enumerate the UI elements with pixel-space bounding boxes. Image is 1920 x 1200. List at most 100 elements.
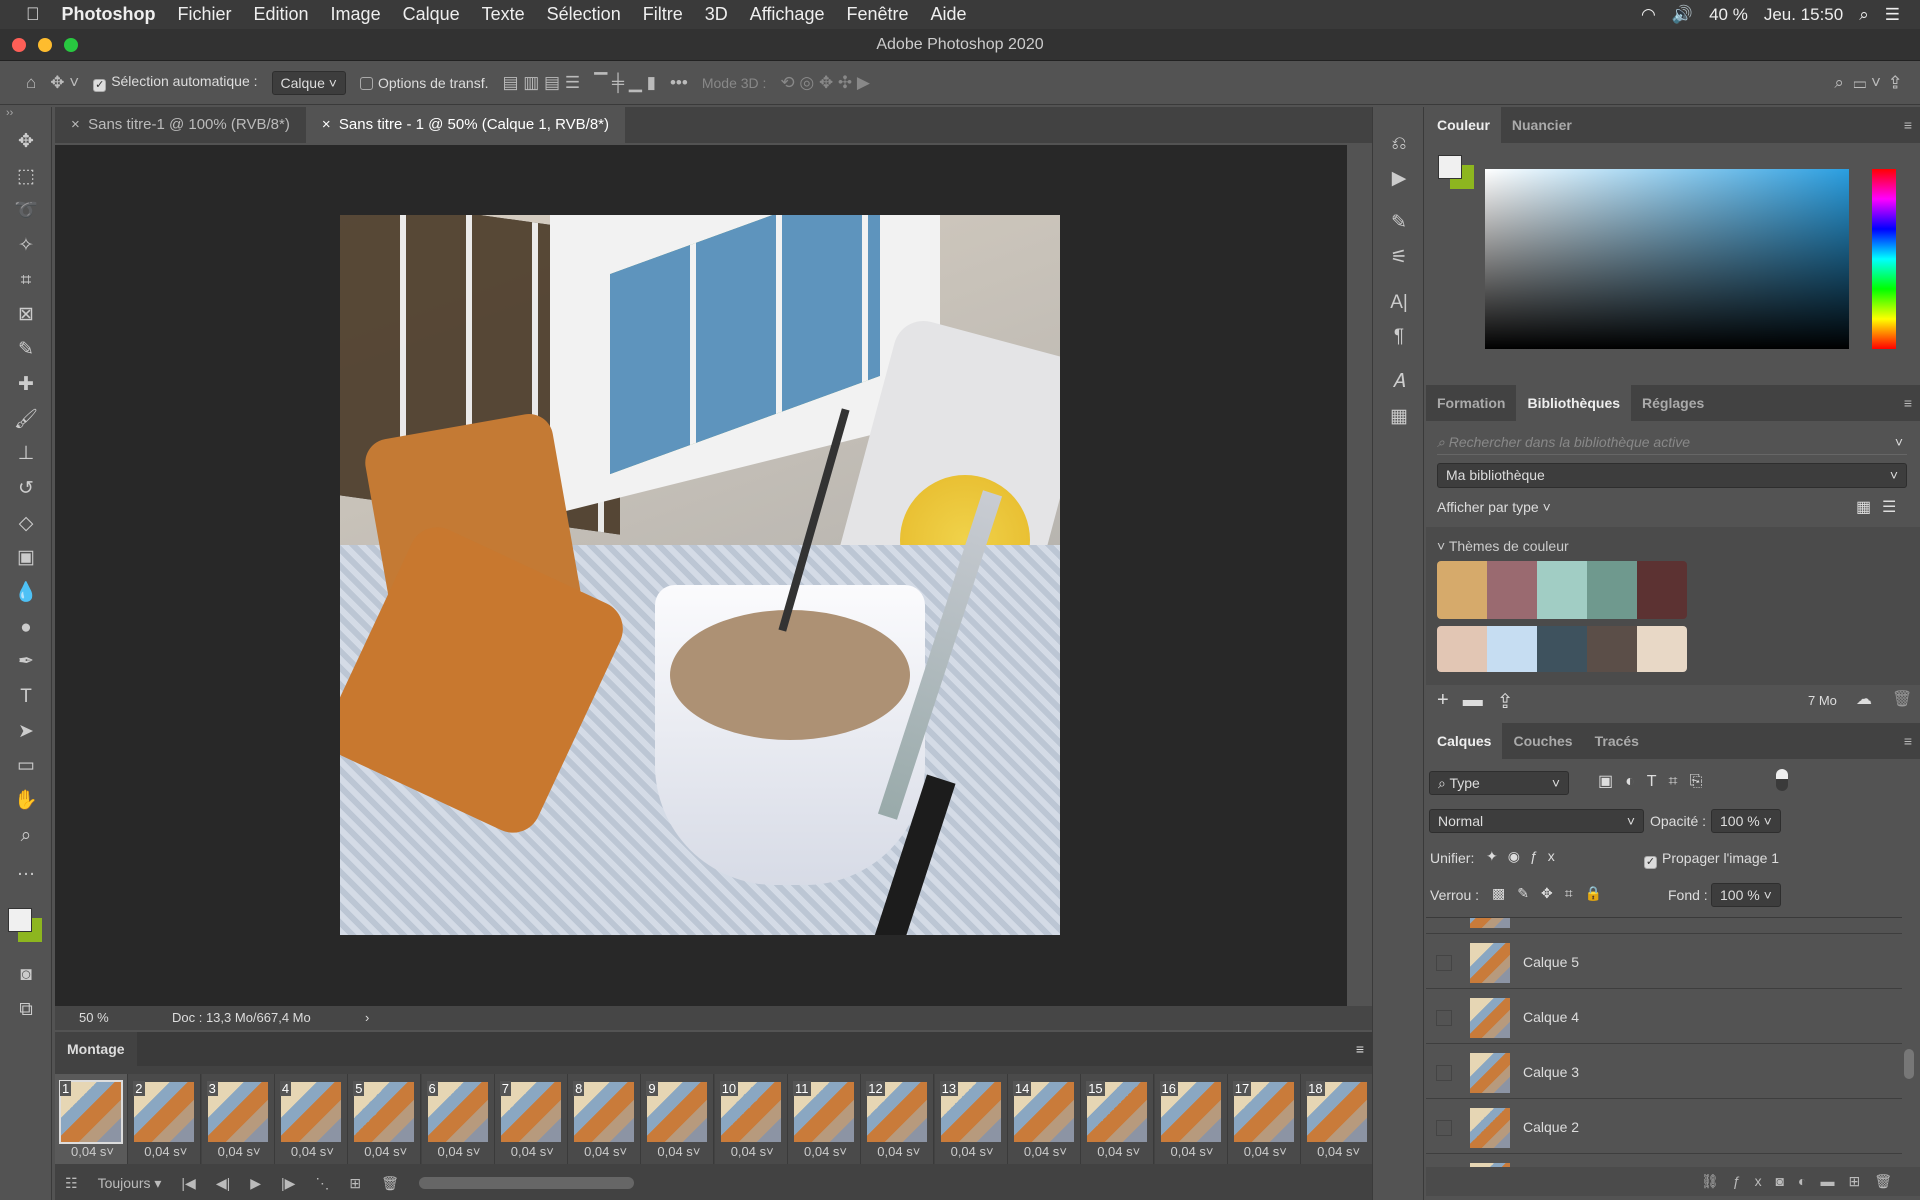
- upload-icon[interactable]: ⇪: [1497, 689, 1514, 714]
- propagate-checkbox[interactable]: ✓ Propager l'image 1: [1644, 850, 1779, 869]
- filter-toggle[interactable]: [1776, 769, 1788, 791]
- auto-select-checkbox[interactable]: ✓ Sélection automatique :: [93, 73, 258, 92]
- folder-icon[interactable]: ▬: [1463, 689, 1483, 714]
- foreground-color[interactable]: [1438, 155, 1462, 179]
- animation-frame[interactable]: 9 0,04 s˅: [641, 1074, 715, 1164]
- menu-fenetre[interactable]: Fenêtre: [846, 4, 908, 25]
- brush-tool-icon[interactable]: 🖌: [0, 403, 52, 438]
- loop-dropdown[interactable]: Toujours ▾: [98, 1175, 162, 1192]
- animation-frame[interactable]: 15 0,04 s˅: [1081, 1074, 1155, 1164]
- volume-icon[interactable]: 🔊: [1672, 5, 1693, 25]
- frame-delay-dropdown[interactable]: 0,04 s˅: [731, 1144, 774, 1159]
- more-tools-icon[interactable]: …: [0, 853, 52, 888]
- rectangle-tool-icon[interactable]: ▭: [0, 749, 52, 784]
- color-themes-section[interactable]: ˅ Thèmes de couleur: [1437, 538, 1569, 554]
- timeline-scrollbar[interactable]: [418, 1177, 634, 1189]
- frame-delay-dropdown[interactable]: 0,04 s˅: [1244, 1144, 1287, 1159]
- delete-frame-icon[interactable]: 🗑: [381, 1175, 399, 1192]
- visibility-toggle[interactable]: [1436, 1065, 1452, 1081]
- tab-nuancier[interactable]: Nuancier: [1501, 107, 1583, 143]
- frame-delay-dropdown[interactable]: 0,04 s˅: [584, 1144, 627, 1159]
- layer-row[interactable]: [1426, 918, 1902, 934]
- animation-frame[interactable]: 12 0,04 s˅: [861, 1074, 935, 1164]
- 3d-tools-icons[interactable]: ⟲ ◎ ✥ ✣ ▶: [780, 73, 870, 93]
- color-swatches[interactable]: [0, 888, 51, 958]
- animation-frame[interactable]: 6 0,04 s˅: [421, 1074, 495, 1164]
- screen-mode-icon[interactable]: ⧉: [0, 993, 52, 1028]
- layer-actions[interactable]: ⛓ƒx◙◐▬⊞🗑: [1426, 1167, 1920, 1196]
- color-theme-1[interactable]: [1437, 561, 1687, 619]
- convert-timeline-icon[interactable]: ☷: [65, 1175, 78, 1192]
- menu-selection[interactable]: Sélection: [547, 4, 621, 25]
- theme-swatch[interactable]: [1587, 626, 1637, 672]
- add-icon[interactable]: +: [1437, 689, 1449, 714]
- apple-icon[interactable]: : [26, 4, 40, 25]
- tab-document-1[interactable]: × Sans titre-1 @ 100% (RVB/8*): [55, 107, 306, 143]
- animation-frame[interactable]: 18 0,04 s˅: [1301, 1074, 1375, 1164]
- play-icon[interactable]: ▶: [250, 1175, 261, 1192]
- menu-3d[interactable]: 3D: [705, 4, 728, 25]
- tab-traces[interactable]: Tracés: [1584, 723, 1650, 759]
- menu-filtre[interactable]: Filtre: [643, 4, 683, 25]
- frame-delay-dropdown[interactable]: 0,04 s˅: [877, 1144, 920, 1159]
- duplicate-frame-icon[interactable]: ⊞: [349, 1175, 361, 1192]
- tab-montage[interactable]: Montage: [55, 1032, 137, 1066]
- collapse-icon[interactable]: ››: [0, 107, 51, 125]
- layer-row[interactable]: Calque 3: [1426, 1045, 1902, 1099]
- fill-input[interactable]: 100 % ˅: [1711, 883, 1781, 907]
- doc-size[interactable]: Doc : 13,3 Mo/667,4 Mo: [172, 1006, 311, 1030]
- tween-icon[interactable]: ⋱: [315, 1175, 329, 1192]
- frame-tool-icon[interactable]: ⊠: [0, 298, 52, 333]
- grid-view-icon[interactable]: ▦: [1856, 497, 1871, 517]
- canvas-image[interactable]: [340, 215, 1060, 935]
- menu-image[interactable]: Image: [331, 4, 381, 25]
- blend-mode-dropdown[interactable]: Normal ˅: [1429, 809, 1644, 833]
- opacity-input[interactable]: 100 % ˅: [1711, 809, 1781, 833]
- theme-swatch[interactable]: [1637, 626, 1687, 672]
- path-select-icon[interactable]: ➤: [0, 715, 52, 750]
- type-tool-icon[interactable]: T: [0, 680, 52, 715]
- trash-icon[interactable]: 🗑: [1892, 689, 1912, 709]
- close-window-button[interactable]: [12, 38, 26, 52]
- unify-icons[interactable]: ✦◉ƒx: [1486, 848, 1565, 865]
- theme-swatch[interactable]: [1487, 561, 1537, 619]
- color-theme-2[interactable]: [1437, 626, 1687, 672]
- auto-select-dropdown[interactable]: Calque ˅: [271, 70, 346, 95]
- layers-scrollbar[interactable]: [1904, 1049, 1914, 1079]
- tab-couches[interactable]: Couches: [1502, 723, 1583, 759]
- layer-row[interactable]: Calque 4: [1426, 990, 1902, 1044]
- history-icon[interactable]: ⎌: [1373, 127, 1425, 162]
- dodge-tool-icon[interactable]: ●: [0, 611, 52, 646]
- panel-menu-icon[interactable]: ≡: [1904, 107, 1912, 143]
- animation-frame[interactable]: 5 0,04 s˅: [348, 1074, 422, 1164]
- frame-delay-dropdown[interactable]: 0,04 s˅: [951, 1144, 994, 1159]
- cloud-icon[interactable]: ☁: [1856, 689, 1872, 709]
- frame-delay-dropdown[interactable]: 0,04 s˅: [804, 1144, 847, 1159]
- transform-options-checkbox[interactable]: Options de transf.: [359, 75, 488, 91]
- panel-menu-icon[interactable]: ≡: [1904, 723, 1912, 759]
- search-icon[interactable]: ⌕: [1859, 5, 1869, 25]
- character-icon[interactable]: A|: [1373, 286, 1425, 321]
- stamp-tool-icon[interactable]: ⊥: [0, 437, 52, 472]
- theme-swatch[interactable]: [1537, 561, 1587, 619]
- menu-affichage[interactable]: Affichage: [750, 4, 825, 25]
- animation-frame[interactable]: 8 0,04 s˅: [568, 1074, 642, 1164]
- battery-status[interactable]: 40 %: [1709, 5, 1748, 25]
- paragraph-icon[interactable]: ¶: [1373, 320, 1425, 355]
- lasso-tool-icon[interactable]: ➰: [0, 194, 52, 229]
- animation-frame[interactable]: 1 0,04 s˅: [55, 1074, 128, 1164]
- frame-delay-dropdown[interactable]: 0,04 s˅: [1024, 1144, 1067, 1159]
- visibility-toggle[interactable]: [1436, 955, 1452, 971]
- pen-tool-icon[interactable]: ✒: [0, 645, 52, 680]
- animation-frame[interactable]: 13 0,04 s˅: [934, 1074, 1008, 1164]
- first-frame-icon[interactable]: |◀: [181, 1175, 195, 1192]
- brush-settings-icon[interactable]: ✎: [1373, 206, 1425, 241]
- status-arrow-icon[interactable]: ›: [365, 1006, 369, 1030]
- home-icon[interactable]: ⌂: [26, 73, 36, 93]
- move-tool-icon[interactable]: ✥ ˅: [50, 73, 79, 93]
- theme-swatch[interactable]: [1537, 626, 1587, 672]
- visibility-toggle[interactable]: [1436, 1010, 1452, 1026]
- menu-calque[interactable]: Calque: [403, 4, 460, 25]
- marquee-tool-icon[interactable]: ⬚: [0, 160, 52, 195]
- move-tool-icon[interactable]: ✥: [0, 125, 52, 160]
